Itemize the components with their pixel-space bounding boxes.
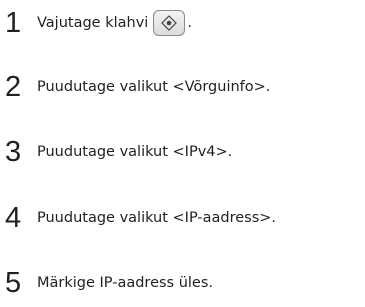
step-number: 5 xyxy=(5,266,22,299)
step-text: Märkige IP-aadress üles. xyxy=(37,275,214,291)
step-number: 2 xyxy=(5,70,22,103)
step-label: Vajutage klahvi xyxy=(37,15,149,31)
step-number: 4 xyxy=(5,201,22,234)
step-text: Puudutage valikut <IP-aadress>. xyxy=(37,210,277,226)
settings-key-icon xyxy=(153,10,186,36)
step-number: 1 xyxy=(5,6,22,39)
step-suffix: . xyxy=(187,15,192,31)
step-text: Puudutage valikut <Võrguinfo>. xyxy=(37,79,271,95)
step-number: 3 xyxy=(5,135,22,168)
step-text: Puudutage valikut <IPv4>. xyxy=(37,144,233,160)
step-text: Vajutage klahvi . xyxy=(37,10,192,36)
